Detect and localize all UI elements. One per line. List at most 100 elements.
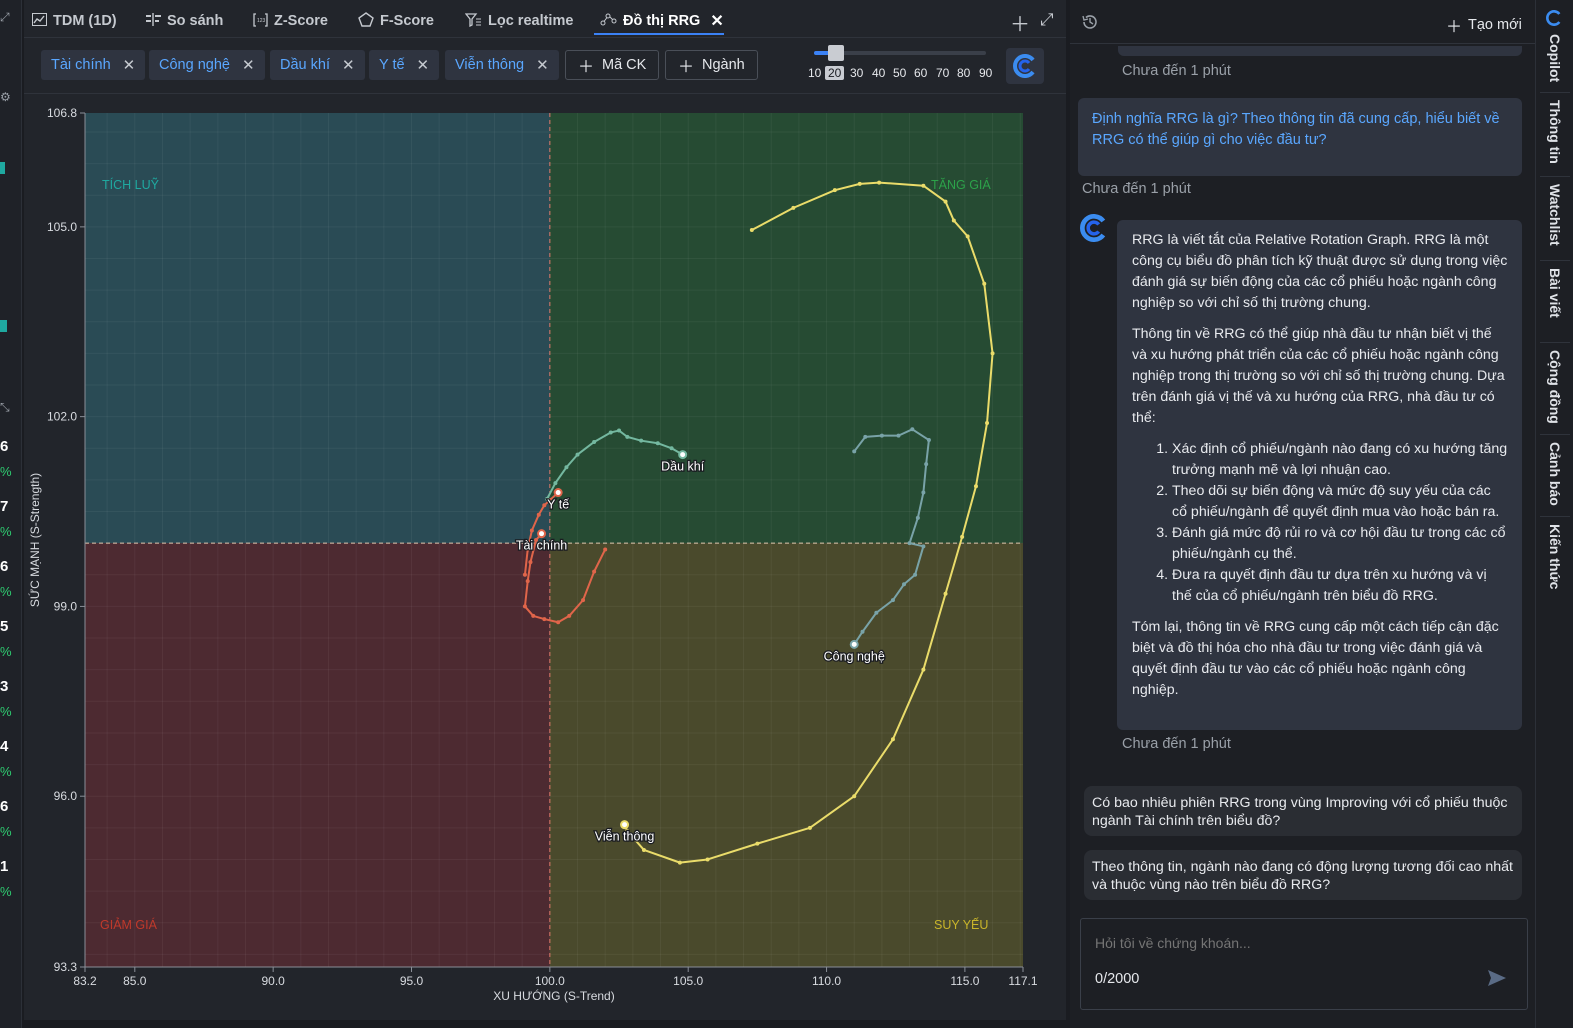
series-point[interactable] (556, 620, 561, 625)
series-point[interactable] (852, 794, 857, 799)
series-point[interactable] (852, 449, 857, 454)
series-point[interactable] (592, 439, 597, 444)
series-point[interactable] (965, 234, 970, 239)
series-point[interactable] (890, 737, 895, 742)
series-point[interactable] (575, 452, 580, 457)
vtab-alerts[interactable]: Cảnh báo (1540, 442, 1570, 512)
series-point[interactable] (655, 441, 660, 446)
series-point[interactable] (915, 515, 920, 520)
suggested-question[interactable]: Theo thông tin, ngành nào đang có động l… (1084, 850, 1522, 900)
series-point[interactable] (641, 847, 646, 852)
series-point[interactable] (791, 205, 796, 210)
add-tab-icon[interactable]: ＋ (1010, 8, 1030, 37)
period-option[interactable]: 10 (808, 66, 821, 80)
series-point[interactable] (567, 613, 572, 618)
series-point[interactable] (553, 481, 558, 486)
rrg-chart[interactable]: TÍCH LUỸ TĂNG GIÁ GIẢM GIÁ SUY YẾU 83.2 85.0 9… (24, 96, 1066, 1020)
close-tab-icon[interactable]: ✕ (710, 11, 723, 31)
vtab-knowledge[interactable]: Kiến thức (1540, 524, 1570, 594)
series-head-point[interactable] (849, 639, 859, 649)
tab-fscore[interactable]: F-Score (358, 10, 434, 32)
expand-icon[interactable]: ⤢ (0, 10, 12, 24)
series-point[interactable] (890, 598, 895, 603)
tab-realtime-filter[interactable]: Lọc realtime (464, 10, 573, 32)
period-option-selected[interactable]: 20 (825, 66, 845, 80)
series-point[interactable] (542, 503, 547, 508)
chat-input-box[interactable]: 0/2000 (1080, 918, 1528, 1010)
filter-chip[interactable]: Y tế ✕ (369, 50, 440, 80)
period-option[interactable]: 90 (979, 66, 992, 80)
series-point[interactable] (832, 188, 837, 193)
series-point[interactable] (879, 433, 884, 438)
series-point[interactable] (985, 420, 990, 425)
series-point[interactable] (877, 180, 882, 185)
series-point[interactable] (522, 572, 527, 577)
series-point[interactable] (525, 579, 530, 584)
tab-compare[interactable]: So sánh (146, 10, 223, 32)
series-point[interactable] (902, 582, 907, 587)
series-point[interactable] (921, 490, 926, 495)
series-point[interactable] (943, 199, 948, 204)
add-stock-button[interactable]: ＋ Mã CK (565, 50, 660, 80)
series-point[interactable] (921, 183, 926, 188)
vtab-watchlist[interactable]: Watchlist (1540, 184, 1570, 254)
series-point[interactable] (924, 462, 929, 467)
collapse-icon[interactable]: ⤡ (0, 400, 12, 414)
period-option[interactable]: 80 (957, 66, 970, 80)
series-point[interactable] (990, 351, 995, 356)
new-chat-button[interactable]: ＋ Tạo mới (1446, 13, 1522, 37)
series-point[interactable] (608, 430, 613, 435)
period-option[interactable]: 70 (936, 66, 949, 80)
gear-icon[interactable]: ⚙ (0, 90, 12, 104)
series-point[interactable] (531, 613, 536, 618)
vtab-articles[interactable]: Bài viết (1540, 268, 1570, 328)
tab-tdm[interactable]: TDM (1D) (32, 10, 117, 32)
series-point[interactable] (625, 434, 630, 439)
series-point[interactable] (910, 427, 915, 432)
series-head-point[interactable] (678, 450, 688, 460)
series-point[interactable] (581, 598, 586, 603)
series-point[interactable] (564, 465, 569, 470)
series-point[interactable] (603, 547, 608, 552)
series-point[interactable] (705, 857, 710, 862)
series-point[interactable] (592, 569, 597, 574)
series-point[interactable] (528, 560, 533, 565)
suggested-question[interactable]: Có bao nhiêu phiên RRG trong vùng Improv… (1084, 786, 1522, 836)
series-head-point[interactable] (553, 488, 563, 498)
series-point[interactable] (860, 629, 865, 634)
series-point[interactable] (960, 534, 965, 539)
period-option[interactable]: 30 (850, 66, 863, 80)
series-point[interactable] (874, 610, 879, 615)
series-point[interactable] (536, 512, 541, 517)
series-point[interactable] (973, 484, 978, 489)
remove-chip-icon[interactable]: ✕ (242, 56, 255, 74)
send-icon[interactable] (1487, 969, 1507, 992)
period-option[interactable]: 40 (872, 66, 885, 80)
remove-chip-icon[interactable]: ✕ (342, 56, 355, 74)
vtab-info[interactable]: Thông tin (1540, 100, 1570, 170)
series-point[interactable] (926, 438, 931, 443)
series-point[interactable] (669, 446, 674, 451)
series-point[interactable] (896, 433, 901, 438)
series-point[interactable] (807, 825, 812, 830)
filter-chip[interactable]: Dầu khí ✕ (270, 50, 365, 80)
series-point[interactable] (921, 667, 926, 672)
series-point[interactable] (913, 572, 918, 577)
series-point[interactable] (921, 544, 926, 549)
remove-chip-icon[interactable]: ✕ (536, 56, 549, 74)
series-point[interactable] (951, 218, 956, 223)
series-point[interactable] (982, 281, 987, 286)
period-option[interactable]: 50 (893, 66, 906, 80)
series-point[interactable] (522, 604, 527, 609)
series-point[interactable] (907, 541, 912, 546)
series-point[interactable] (943, 591, 948, 596)
refresh-logo-button[interactable] (1006, 48, 1044, 84)
filter-chip[interactable]: Viễn thông ✕ (445, 50, 559, 80)
series-point[interactable] (529, 528, 534, 533)
tab-rrg[interactable]: Đồ thị RRG ✕ (600, 10, 724, 32)
filter-chip[interactable]: Công nghệ ✕ (149, 50, 265, 80)
vtab-copilot[interactable]: Copilot (1540, 34, 1570, 86)
remove-chip-icon[interactable]: ✕ (123, 56, 136, 74)
series-point[interactable] (863, 434, 868, 439)
period-slider-handle[interactable] (828, 45, 844, 61)
